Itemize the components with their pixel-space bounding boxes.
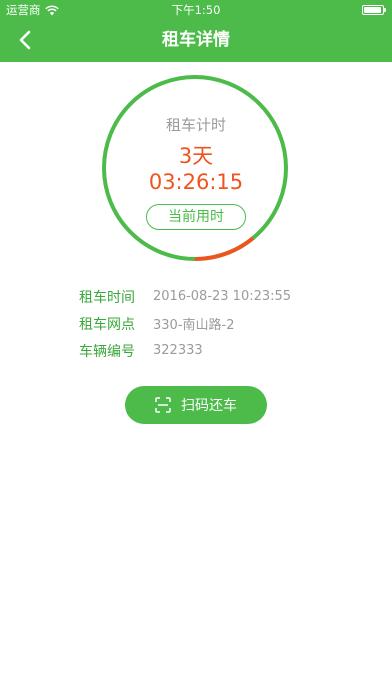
rental-station-value: 330-南山路-2 — [153, 318, 235, 333]
battery-level — [364, 7, 381, 13]
rental-info: 租车时间 2016-08-23 10:23:55 租车网点 330-南山路-2 … — [79, 283, 359, 364]
rental-station-label: 租车网点 — [79, 316, 135, 333]
status-time: 下午1:50 — [171, 3, 221, 17]
nav-bar: 租车详情 — [0, 20, 392, 62]
elapsed-time-badge: 当前用时 — [146, 204, 246, 230]
rental-station-row: 租车网点 330-南山路-2 — [79, 310, 359, 337]
scan-icon — [155, 397, 171, 413]
vehicle-number-row: 车辆编号 322333 — [79, 337, 359, 364]
status-bar: 运营商 下午1:50 — [0, 0, 392, 20]
page-title: 租车详情 — [162, 30, 230, 50]
vehicle-number-value: 322333 — [153, 343, 203, 358]
timer-days: 3天 — [178, 144, 214, 168]
vehicle-number-label: 车辆编号 — [79, 343, 135, 360]
app-header: 运营商 下午1:50 租车详情 — [0, 0, 392, 62]
battery-icon — [362, 5, 386, 15]
scan-return-button[interactable]: 扫码还车 — [125, 386, 267, 424]
timer-label: 租车计时 — [165, 116, 226, 134]
timer-ring-progress — [194, 236, 255, 261]
rental-time-value: 2016-08-23 10:23:55 — [153, 289, 292, 304]
rental-time-label: 租车时间 — [79, 289, 135, 306]
timer-clock: 03:26:15 — [148, 170, 244, 194]
scan-return-label: 扫码还车 — [181, 398, 237, 414]
rental-time-row: 租车时间 2016-08-23 10:23:55 — [79, 283, 359, 310]
